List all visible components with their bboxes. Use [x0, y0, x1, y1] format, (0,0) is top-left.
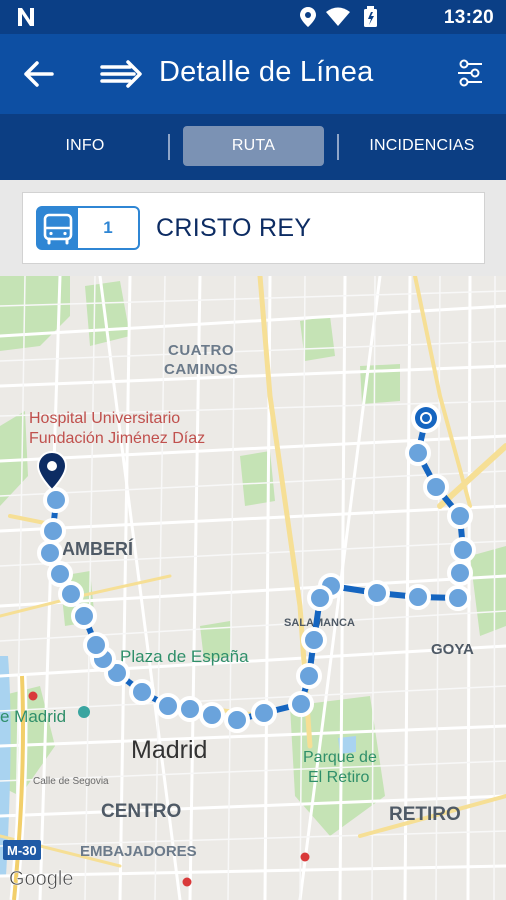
label-madrid-station: e Madrid: [0, 707, 66, 726]
tab-divider: [337, 134, 339, 160]
route-stop: [405, 440, 431, 466]
label-hospital: Hospital Universitario: [29, 410, 180, 427]
line-badge: 1: [36, 206, 140, 250]
route-stop: [288, 691, 314, 717]
route-stop: [177, 696, 203, 722]
map-canvas[interactable]: CUATRO CAMINOS Hospital Universitario Fu…: [0, 276, 506, 900]
battery-icon: [364, 6, 377, 27]
m30-label: M-30: [7, 843, 37, 858]
line-header-area: 1 CRISTO REY: [0, 180, 506, 276]
filter-settings-icon[interactable]: [456, 58, 484, 88]
status-icons: [300, 6, 377, 27]
route-stop: [445, 585, 471, 611]
route-stop: [405, 584, 431, 610]
label-cuatro-caminos: CAMINOS: [164, 361, 238, 378]
line-route-icon: [100, 60, 142, 88]
route-stop: [301, 627, 327, 653]
notification-n-icon: [18, 8, 34, 26]
label-madrid: Madrid: [131, 736, 207, 764]
label-calle-segovia: Calle de Segovia: [33, 776, 109, 787]
label-centro: CENTRO: [101, 801, 181, 822]
label-retiro-park: El Retiro: [308, 769, 369, 786]
route-stop: [251, 700, 277, 726]
route-stop: [447, 503, 473, 529]
route-stop: [71, 603, 97, 629]
route-stop: [307, 585, 333, 611]
label-hospital: Fundación Jiménez Díaz: [29, 430, 205, 447]
status-clock: 13:20: [443, 7, 494, 28]
tab-divider: [168, 134, 170, 160]
back-arrow-icon[interactable]: [22, 58, 56, 90]
google-logo: Google: [9, 868, 74, 890]
route-stop: [40, 518, 66, 544]
label-retiro: RETIRO: [389, 804, 461, 825]
route-stop: [47, 561, 73, 587]
tab-info[interactable]: INFO: [20, 126, 150, 166]
label-chamberi: AMBERÍ: [62, 538, 134, 559]
wifi-icon: [326, 7, 350, 26]
route-stop: [447, 560, 473, 586]
route-stop: [199, 702, 225, 728]
status-bar: 13:20: [0, 0, 506, 34]
route-stop: [83, 632, 109, 658]
route-stop: [155, 693, 181, 719]
location-icon: [300, 7, 316, 27]
line-card: 1 CRISTO REY: [22, 192, 485, 264]
route-stop: [129, 679, 155, 705]
route-stop: [296, 663, 322, 689]
route-stop: [450, 537, 476, 563]
tab-ruta[interactable]: RUTA: [183, 126, 324, 166]
line-number: 1: [78, 208, 138, 248]
label-cuatro-caminos: CUATRO: [168, 342, 234, 359]
route-stop: [37, 540, 63, 566]
route-map[interactable]: CUATRO CAMINOS Hospital Universitario Fu…: [0, 276, 506, 900]
tab-bar: INFO RUTA INCIDENCIAS: [0, 114, 506, 180]
route-stop: [43, 487, 69, 513]
page-title: Detalle de Línea: [159, 56, 374, 88]
label-embajadores: EMBAJADORES: [80, 843, 197, 860]
bus-icon: [43, 213, 73, 245]
m30-shield: M-30: [3, 840, 41, 860]
route-start-marker[interactable]: [411, 403, 441, 433]
label-goya: GOYA: [431, 641, 474, 658]
app-bar: Detalle de Línea: [0, 34, 506, 114]
label-plaza-espana: Plaza de España: [120, 647, 249, 666]
route-stop: [224, 707, 250, 733]
line-name: CRISTO REY: [156, 214, 312, 242]
tab-incidencias[interactable]: INCIDENCIAS: [352, 126, 492, 166]
bus-icon-box: [38, 208, 78, 248]
label-retiro-park: Parque de: [303, 749, 377, 766]
route-stop: [423, 474, 449, 500]
route-stop: [364, 580, 390, 606]
